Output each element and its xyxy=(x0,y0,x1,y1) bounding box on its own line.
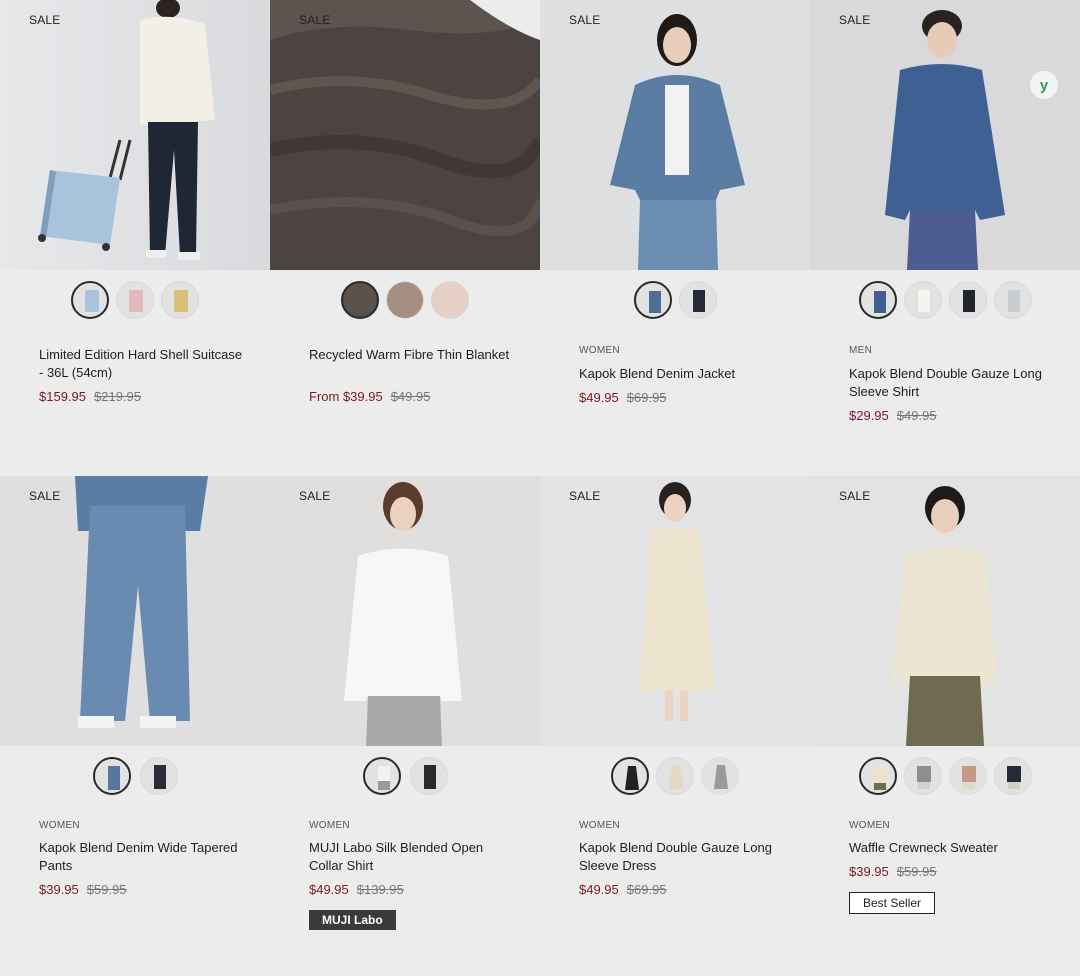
product-image[interactable] xyxy=(810,0,1080,270)
best-seller-badge: Best Seller xyxy=(849,892,936,914)
sale-label: SALE xyxy=(839,13,871,27)
original-price: $49.95 xyxy=(390,389,431,404)
color-swatch-ivory[interactable] xyxy=(656,757,694,795)
original-price: $69.95 xyxy=(626,882,667,897)
color-swatches xyxy=(810,757,1080,795)
original-price: $139.95 xyxy=(356,882,404,897)
color-swatches xyxy=(270,281,540,319)
sale-price: $159.95 xyxy=(39,389,86,404)
muji-labo-tag: MUJI Labo xyxy=(309,910,396,930)
product-grid: SALE Limited Edition Hard Shell Suitcase… xyxy=(0,0,1080,976)
color-swatch-grey[interactable] xyxy=(903,757,942,795)
sale-label: SALE xyxy=(29,489,61,503)
color-swatches xyxy=(0,281,270,319)
color-swatch-black[interactable] xyxy=(948,281,987,319)
color-swatch-denim[interactable] xyxy=(92,757,131,795)
color-swatch-white[interactable] xyxy=(362,757,401,795)
original-price: $49.95 xyxy=(896,408,937,423)
product-image[interactable] xyxy=(540,0,810,270)
sale-label: SALE xyxy=(569,13,601,27)
product-name[interactable]: Kapok Blend Double Gauze Long Sleeve Dre… xyxy=(579,839,784,875)
sale-label: SALE xyxy=(569,489,601,503)
product-category: WOMEN xyxy=(309,820,350,831)
product-price: $49.95 $139.95 xyxy=(309,882,404,897)
sale-price: $49.95 xyxy=(579,390,619,405)
product-name[interactable]: Limited Edition Hard Shell Suitcase - 36… xyxy=(39,346,244,382)
product-category: MEN xyxy=(849,345,873,356)
product-price: $49.95 $69.95 xyxy=(579,882,667,897)
product-category: WOMEN xyxy=(39,820,80,831)
color-swatches xyxy=(0,757,270,795)
color-swatch-grey[interactable] xyxy=(993,281,1032,319)
original-price: $59.95 xyxy=(896,864,937,879)
color-swatch-charcoal[interactable] xyxy=(341,281,379,319)
sale-price: $39.95 xyxy=(849,864,889,879)
color-swatch-black[interactable] xyxy=(409,757,448,795)
product-card-gauze-dress[interactable]: SALE WOMEN Kapok Blend Double Gauze Long… xyxy=(540,476,810,950)
product-price: $39.95 $59.95 xyxy=(849,864,937,879)
color-swatches xyxy=(810,281,1080,319)
product-price: $49.95 $69.95 xyxy=(579,390,667,405)
sale-price: $29.95 xyxy=(849,408,889,423)
product-card-denim-pants[interactable]: SALE WOMEN Kapok Blend Denim Wide Tapere… xyxy=(0,476,270,950)
product-image[interactable] xyxy=(0,476,270,746)
color-swatches xyxy=(540,757,810,795)
product-image[interactable] xyxy=(810,476,1080,746)
sale-label: SALE xyxy=(299,489,331,503)
product-image[interactable] xyxy=(270,476,540,746)
product-price: $159.95 $219.95 xyxy=(39,389,141,404)
color-swatch-yellow[interactable] xyxy=(161,281,199,319)
color-swatch-brown[interactable] xyxy=(386,281,424,319)
product-image[interactable] xyxy=(540,476,810,746)
product-category: WOMEN xyxy=(579,345,620,356)
sale-price: From $39.95 xyxy=(309,389,383,404)
color-swatch-black[interactable] xyxy=(611,757,649,795)
color-swatches xyxy=(540,281,810,319)
original-price: $219.95 xyxy=(94,389,141,404)
color-swatch-pink[interactable] xyxy=(431,281,469,319)
product-name[interactable]: Kapok Blend Denim Wide Tapered Pants xyxy=(39,839,244,875)
product-name[interactable]: Waffle Crewneck Sweater xyxy=(849,839,1054,857)
sale-label: SALE xyxy=(839,489,871,503)
color-swatch-pink[interactable] xyxy=(116,281,154,319)
product-name[interactable]: Kapok Blend Denim Jacket xyxy=(579,365,784,383)
sale-price: $39.95 xyxy=(39,882,79,897)
color-swatch-denim[interactable] xyxy=(633,281,672,319)
product-category: WOMEN xyxy=(579,820,620,831)
product-price: $29.95 $49.95 xyxy=(849,408,937,423)
color-swatches xyxy=(270,757,540,795)
color-swatch-pink[interactable] xyxy=(948,757,987,795)
product-card-waffle-sweater[interactable]: SALE WOMEN Waffle Crewneck Sweater $39.9… xyxy=(810,476,1080,950)
product-card-denim-jacket[interactable]: SALE WOMEN Kapok Blend Denim Jacket $49.… xyxy=(540,0,810,474)
product-image[interactable] xyxy=(270,0,540,270)
color-swatch-blue[interactable] xyxy=(71,281,109,319)
product-name[interactable]: Recycled Warm Fibre Thin Blanket xyxy=(309,346,514,364)
sustainability-badge-icon[interactable]: y xyxy=(1030,71,1058,99)
sale-label: SALE xyxy=(299,13,331,27)
product-price: From $39.95 $49.95 xyxy=(309,389,430,404)
color-swatch-black[interactable] xyxy=(139,757,178,795)
product-price: $39.95 $59.95 xyxy=(39,882,127,897)
color-swatch-ivory[interactable] xyxy=(858,757,897,795)
original-price: $59.95 xyxy=(86,882,127,897)
product-category: WOMEN xyxy=(849,820,890,831)
product-image[interactable] xyxy=(0,0,270,270)
sale-label: SALE xyxy=(29,13,61,27)
color-swatch-navy[interactable] xyxy=(993,757,1032,795)
product-card-blanket[interactable]: SALE Recycled Warm Fibre Thin Blanket Fr… xyxy=(270,0,540,474)
sale-price: $49.95 xyxy=(579,882,619,897)
product-card-silk-shirt[interactable]: SALE WOMEN MUJI Labo Silk Blended Open C… xyxy=(270,476,540,950)
product-card-gauze-shirt[interactable]: SALE y MEN Kapok Blend Double Gauze Long… xyxy=(810,0,1080,474)
product-card-suitcase[interactable]: SALE Limited Edition Hard Shell Suitcase… xyxy=(0,0,270,474)
color-swatch-navy[interactable] xyxy=(678,281,717,319)
product-name[interactable]: Kapok Blend Double Gauze Long Sleeve Shi… xyxy=(849,365,1054,401)
color-swatch-white[interactable] xyxy=(903,281,942,319)
sale-price: $49.95 xyxy=(309,882,349,897)
product-name[interactable]: MUJI Labo Silk Blended Open Collar Shirt xyxy=(309,839,514,875)
original-price: $69.95 xyxy=(626,390,667,405)
color-swatch-grey[interactable] xyxy=(701,757,739,795)
color-swatch-blue[interactable] xyxy=(858,281,897,319)
